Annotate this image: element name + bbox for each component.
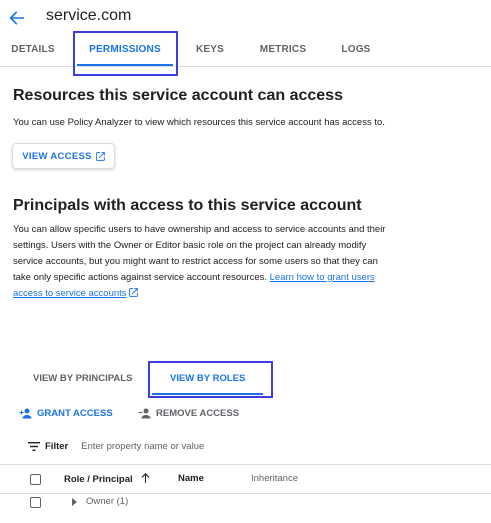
principals-desc-line: You can allow specific users to have own… xyxy=(13,224,386,235)
column-header-name[interactable]: Name xyxy=(178,473,204,484)
grant-access-button[interactable]: GRANT ACCESS xyxy=(19,408,113,419)
role-group-label: Owner (1) xyxy=(86,496,129,507)
filter-bar: Filter xyxy=(28,441,382,452)
principals-desc-line: settings. Users with the Owner or Editor… xyxy=(13,240,367,251)
expand-chevron-icon[interactable] xyxy=(72,498,77,506)
tab-details[interactable]: DETAILS xyxy=(0,33,66,66)
principals-desc-line-5: access to service accounts xyxy=(13,286,483,302)
sort-arrow-up-icon xyxy=(141,473,150,483)
tab-metrics[interactable]: METRICS xyxy=(248,33,318,66)
page-title: service.com xyxy=(46,7,132,24)
person-remove-icon xyxy=(138,408,151,419)
column-header-label: Role / Principal xyxy=(64,474,133,485)
principals-desc-line-4: take only specific actions against servi… xyxy=(13,270,483,286)
view-access-label: VIEW ACCESS xyxy=(22,150,92,162)
tab-keys[interactable]: KEYS xyxy=(184,33,236,66)
learn-more-link-part2[interactable]: access to service accounts xyxy=(13,288,127,299)
person-add-icon xyxy=(19,408,32,419)
select-all-checkbox[interactable] xyxy=(30,474,41,485)
open-in-new-icon xyxy=(129,288,138,297)
highlight-box-view-by-roles xyxy=(148,361,273,398)
principals-desc-line: service accounts, but you might want to … xyxy=(13,256,378,267)
column-header-inheritance: Inheritance xyxy=(251,473,299,484)
principals-desc-text: take only specific actions against servi… xyxy=(13,272,267,283)
remove-access-button[interactable]: REMOVE ACCESS xyxy=(138,408,239,419)
table-header: Role / Principal Name Inheritance xyxy=(0,464,491,494)
back-arrow-icon[interactable] xyxy=(9,10,25,26)
tab-view-by-principals[interactable]: VIEW BY PRINCIPALS xyxy=(33,373,132,384)
view-access-button[interactable]: VIEW ACCESS xyxy=(12,143,115,169)
table-row: Owner (1) xyxy=(0,492,491,514)
principals-heading: Principals with access to this service a… xyxy=(13,197,362,214)
resources-description: You can use Policy Analyzer to view whic… xyxy=(13,117,385,128)
resources-heading: Resources this service account can acces… xyxy=(13,87,343,104)
filter-input[interactable] xyxy=(81,441,382,452)
remove-access-label: REMOVE ACCESS xyxy=(156,408,240,419)
column-header-role-principal[interactable]: Role / Principal xyxy=(64,473,150,485)
tab-logs[interactable]: LOGS xyxy=(330,33,382,66)
learn-more-link-part1[interactable]: Learn how to grant users xyxy=(270,272,375,283)
principals-description: You can allow specific users to have own… xyxy=(13,222,483,302)
filter-icon xyxy=(28,442,40,451)
highlight-box-permissions xyxy=(73,31,178,76)
open-in-new-icon xyxy=(95,151,105,161)
row-checkbox[interactable] xyxy=(30,497,41,508)
grant-access-label: GRANT ACCESS xyxy=(37,408,113,419)
filter-label: Filter xyxy=(45,441,69,452)
